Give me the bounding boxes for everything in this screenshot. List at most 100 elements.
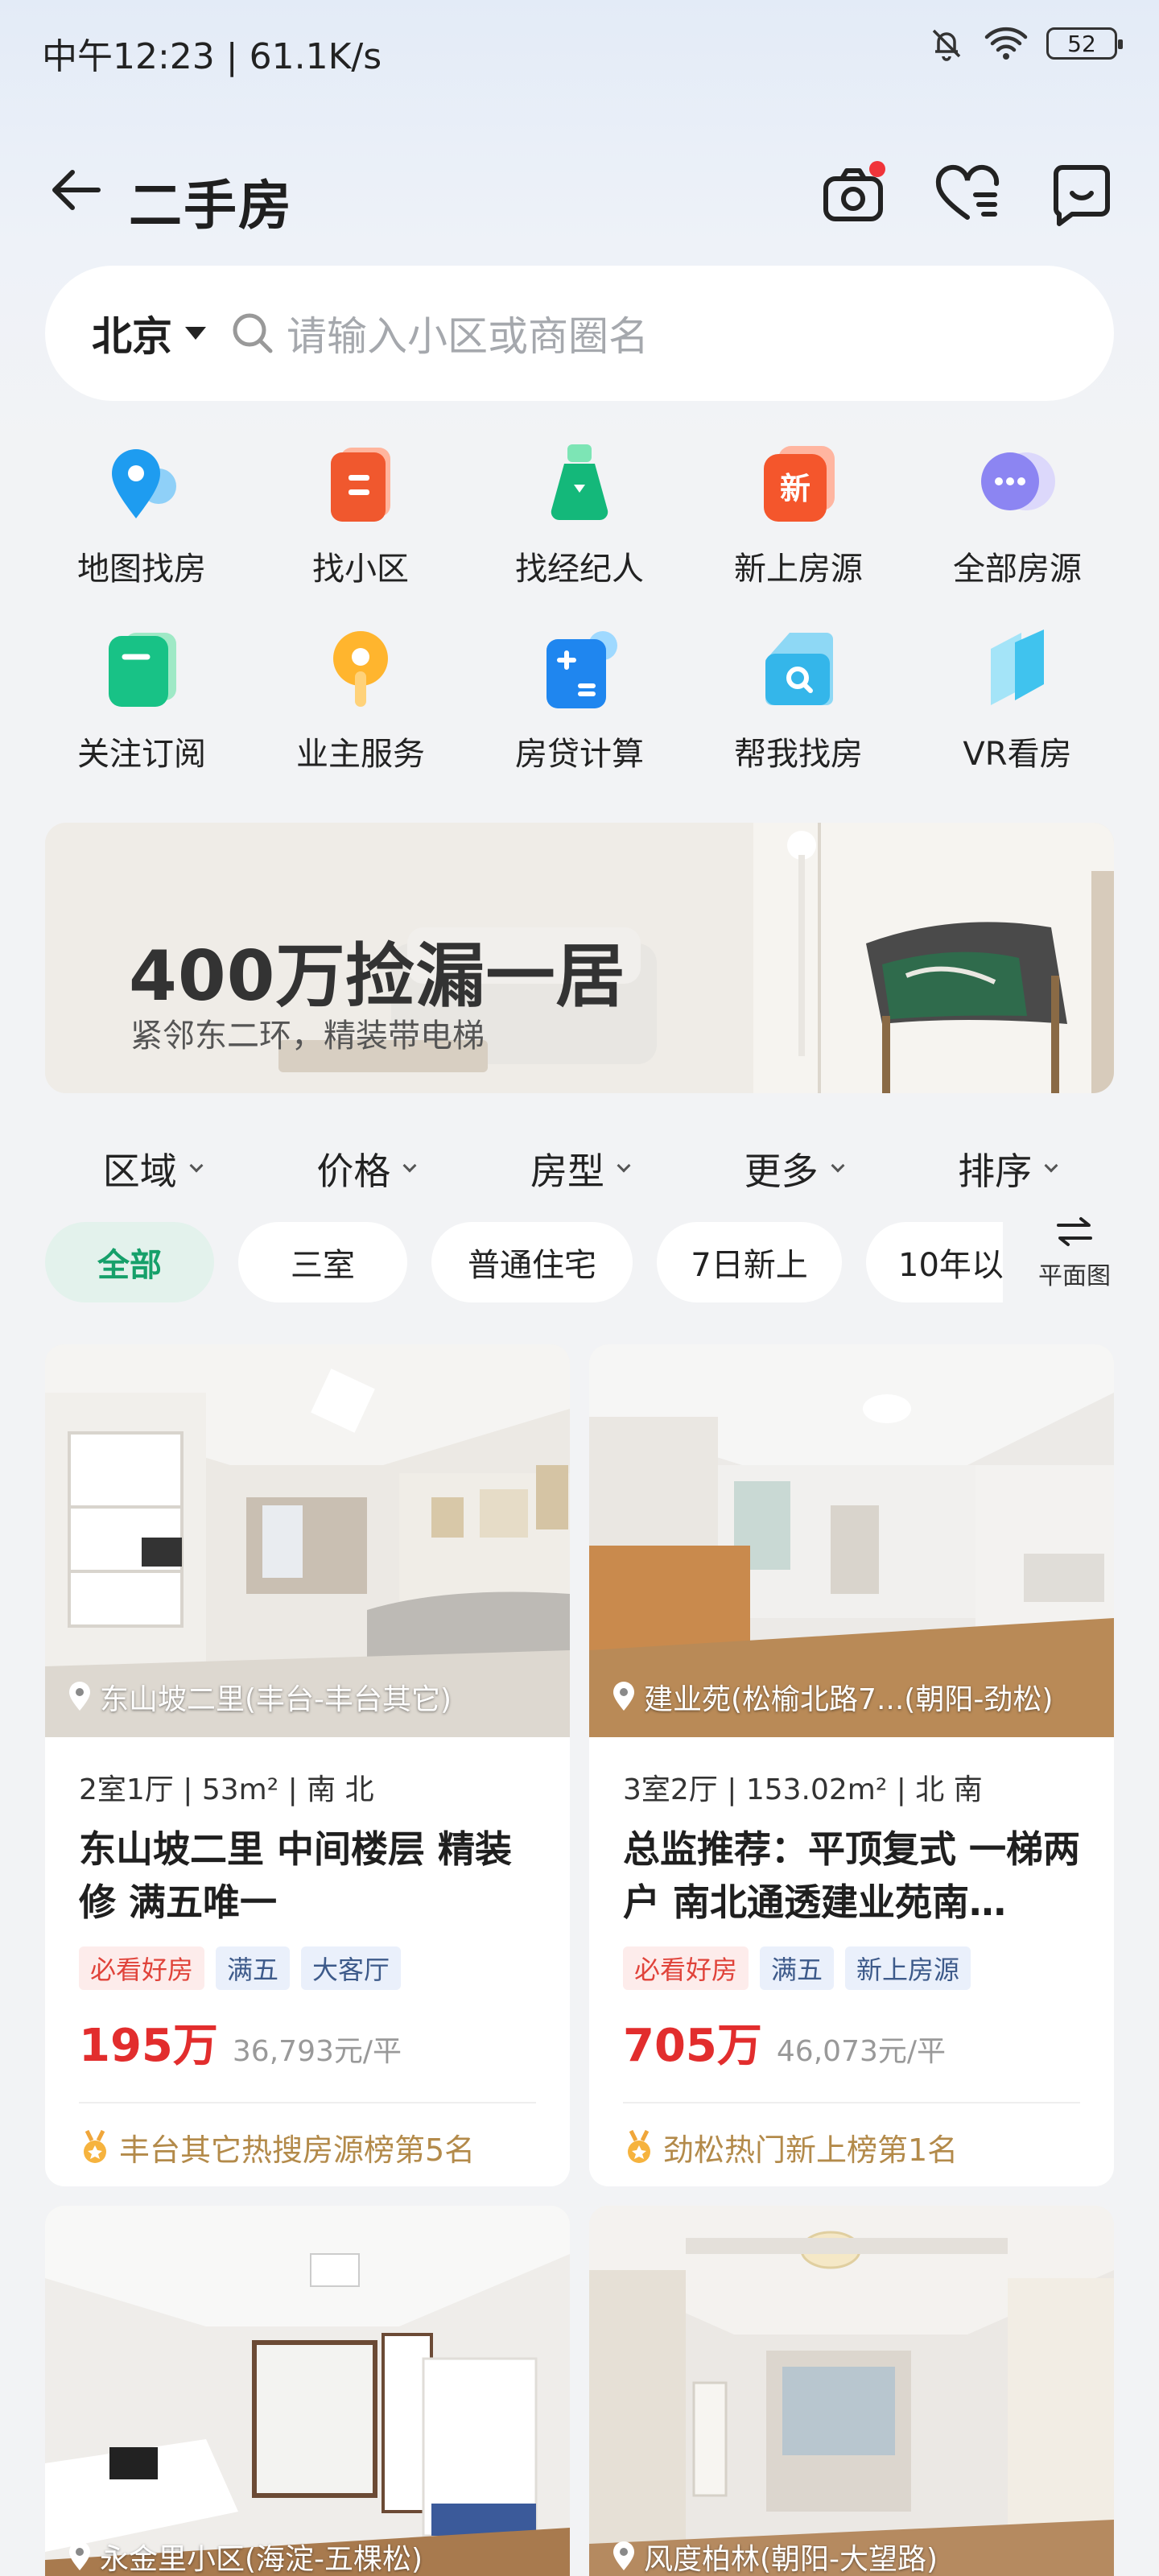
chevron-down-icon <box>402 1158 417 1173</box>
quick-label: 新上房源 <box>734 551 863 588</box>
listing-tags: 必看好房 满五 大客厅 <box>79 1946 536 1990</box>
filter-district[interactable]: 区域 <box>45 1137 259 1201</box>
chip-all[interactable]: 全部 <box>45 1222 214 1302</box>
svg-text:新: 新 <box>780 471 810 506</box>
listing-rank: 劲松热门新上榜第1名 <box>623 2103 1080 2186</box>
messages-button[interactable] <box>1048 161 1116 229</box>
listing-card[interactable]: 建业苑(松榆北路7...(朝阳-劲松) 3室2厅 | 153.02m² | 北 … <box>589 1344 1114 2186</box>
floorplan-label: 平面图 <box>1038 1262 1111 1290</box>
favorites-button[interactable] <box>934 161 1001 229</box>
listing-location: 建业苑(松榆北路7...(朝阳-劲松) <box>612 1676 1053 1718</box>
quick-menu: 地图找房 找小区 找经纪人 新 新上房源 全部房源 关注订阅 业主服务 房贷计算… <box>32 440 1127 774</box>
medal-icon <box>84 2129 106 2163</box>
search-bar[interactable]: 北京 请输入小区或商圈名 <box>45 266 1114 401</box>
swap-arrows-icon <box>1057 1217 1092 1246</box>
search-input[interactable]: 请输入小区或商圈名 <box>287 304 649 362</box>
listing-rank: 丰台其它热搜房源榜第5名 <box>79 2103 536 2186</box>
heart-list-icon <box>935 164 1000 220</box>
banner-title: 400万捡漏一居 <box>129 936 626 1017</box>
status-icons: 52 <box>927 24 1123 63</box>
camera-button[interactable] <box>819 161 887 229</box>
filter-price[interactable]: 价格 <box>259 1137 473 1201</box>
quick-item-community[interactable]: 找小区 <box>251 440 470 589</box>
location-pin-icon <box>613 2541 634 2570</box>
medal-icon <box>628 2129 650 2163</box>
bell-muted-icon <box>932 29 961 61</box>
filter-label: 房型 <box>530 1150 604 1193</box>
back-arrow-icon[interactable] <box>45 158 109 222</box>
find-house-icon <box>765 633 833 705</box>
chevron-down-icon <box>831 1158 845 1173</box>
wifi-icon <box>984 27 1028 60</box>
quick-label: 找小区 <box>312 551 409 588</box>
listing-tags: 必看好房 满五 新上房源 <box>623 1946 1080 1990</box>
quick-label: 帮我找房 <box>734 736 863 773</box>
quick-item-new[interactable]: 新 新上房源 <box>689 440 908 589</box>
quick-label: VR看房 <box>963 736 1072 773</box>
filter-label: 排序 <box>958 1150 1033 1193</box>
listing-photo: 风度柏林(朝阳-大望路) <box>589 2206 1114 2576</box>
filter-layout[interactable]: 房型 <box>472 1137 687 1201</box>
location-text: 东山坡二里(丰台-丰台其它) <box>100 1683 452 1716</box>
listing-card[interactable]: 东山坡二里(丰台-丰台其它) 2室1厅 | 53m² | 南 北 东山坡二里 中… <box>45 1344 570 2186</box>
listing-spec: 3室2厅 | 153.02m² | 北 南 <box>623 1773 983 1806</box>
building-icon <box>331 448 390 522</box>
location-text: 建业苑(松榆北路7...(朝阳-劲松) <box>644 1683 1054 1716</box>
caret-down-icon[interactable] <box>185 327 206 340</box>
chip-three-room[interactable]: 三室 <box>238 1222 407 1302</box>
chip-residential[interactable]: 普通住宅 <box>431 1222 633 1302</box>
promo-banner[interactable]: 400万捡漏一居 紧邻东二环，精装带电梯 <box>45 823 1114 1093</box>
quick-item-all[interactable]: 全部房源 <box>908 440 1127 589</box>
listing-price: 705万 <box>623 2020 762 2072</box>
chevron-down-icon <box>1044 1158 1058 1173</box>
owner-service-icon <box>333 631 388 707</box>
agent-icon <box>551 444 608 521</box>
battery-level: 52 <box>1067 30 1096 57</box>
quick-item-calc[interactable]: 房贷计算 <box>470 625 689 774</box>
city-selector[interactable]: 北京 <box>92 304 172 362</box>
listing-photo: 永金里小区(海淀-五棵松) <box>45 2206 570 2576</box>
filter-label: 区域 <box>102 1150 177 1193</box>
quick-item-find[interactable]: 帮我找房 <box>689 625 908 774</box>
quick-filter-chips: 全部 三室 普通住宅 7日新上 10年以 <box>45 1222 1003 1306</box>
filter-label: 价格 <box>316 1150 391 1193</box>
listing-unit-price: 36,793元/平 <box>232 2035 402 2068</box>
listing-title: 总监推荐：平顶复式 一梯两户 南北通透建业苑南… <box>623 1827 1080 1924</box>
banner-subtitle: 紧邻东二环，精装带电梯 <box>130 1018 485 1055</box>
quick-item-map[interactable]: 地图找房 <box>32 440 251 589</box>
listing-location: 风度柏林(朝阳-大望路) <box>612 2536 938 2576</box>
quick-label: 关注订阅 <box>77 736 206 773</box>
tag: 必看好房 <box>79 1946 205 1990</box>
quick-label: 业主服务 <box>296 736 425 773</box>
floorplan-toggle[interactable]: 平面图 <box>1022 1216 1127 1291</box>
page-title: 二手房 <box>129 175 293 237</box>
rank-text: 丰台其它热搜房源榜第5名 <box>119 2132 476 2168</box>
listing-price: 195万 <box>79 2020 218 2072</box>
listing-location: 永金里小区(海淀-五棵松) <box>68 2536 423 2576</box>
location-pin-icon <box>613 1682 634 1711</box>
location-pin-icon <box>69 1682 90 1711</box>
quick-item-agent[interactable]: 找经纪人 <box>470 440 689 589</box>
quick-item-vr[interactable]: VR看房 <box>908 625 1127 774</box>
chip-10years[interactable]: 10年以 <box>866 1222 1003 1302</box>
location-pin-icon <box>69 2541 90 2570</box>
location-text: 永金里小区(海淀-五棵松) <box>100 2543 423 2576</box>
listing-card[interactable]: 永金里小区(海淀-五棵松) <box>45 2206 570 2576</box>
listing-location: 东山坡二里(丰台-丰台其它) <box>68 1676 452 1718</box>
filter-more[interactable]: 更多 <box>687 1137 901 1201</box>
quick-label: 全部房源 <box>953 551 1082 588</box>
filter-sort[interactable]: 排序 <box>900 1137 1114 1201</box>
battery-indicator: 52 <box>1046 27 1123 60</box>
listing-title: 东山坡二里 中间楼层 精装修 满五唯一 <box>79 1827 513 1924</box>
chip-new-7days[interactable]: 7日新上 <box>657 1222 842 1302</box>
notification-dot <box>869 161 885 177</box>
quick-label: 房贷计算 <box>515 736 644 773</box>
new-listing-icon: 新 <box>764 446 835 522</box>
rank-text: 劲松热门新上榜第1名 <box>663 2132 959 2168</box>
chevron-down-icon <box>189 1158 204 1173</box>
quick-item-owner[interactable]: 业主服务 <box>251 625 470 774</box>
listing-card[interactable]: 风度柏林(朝阳-大望路) <box>589 2206 1114 2576</box>
filter-bar: 区域 价格 房型 更多 排序 <box>45 1137 1114 1201</box>
status-time: 中午12:23 | 61.1K/s <box>42 36 382 77</box>
quick-item-subscribe[interactable]: 关注订阅 <box>32 625 251 774</box>
